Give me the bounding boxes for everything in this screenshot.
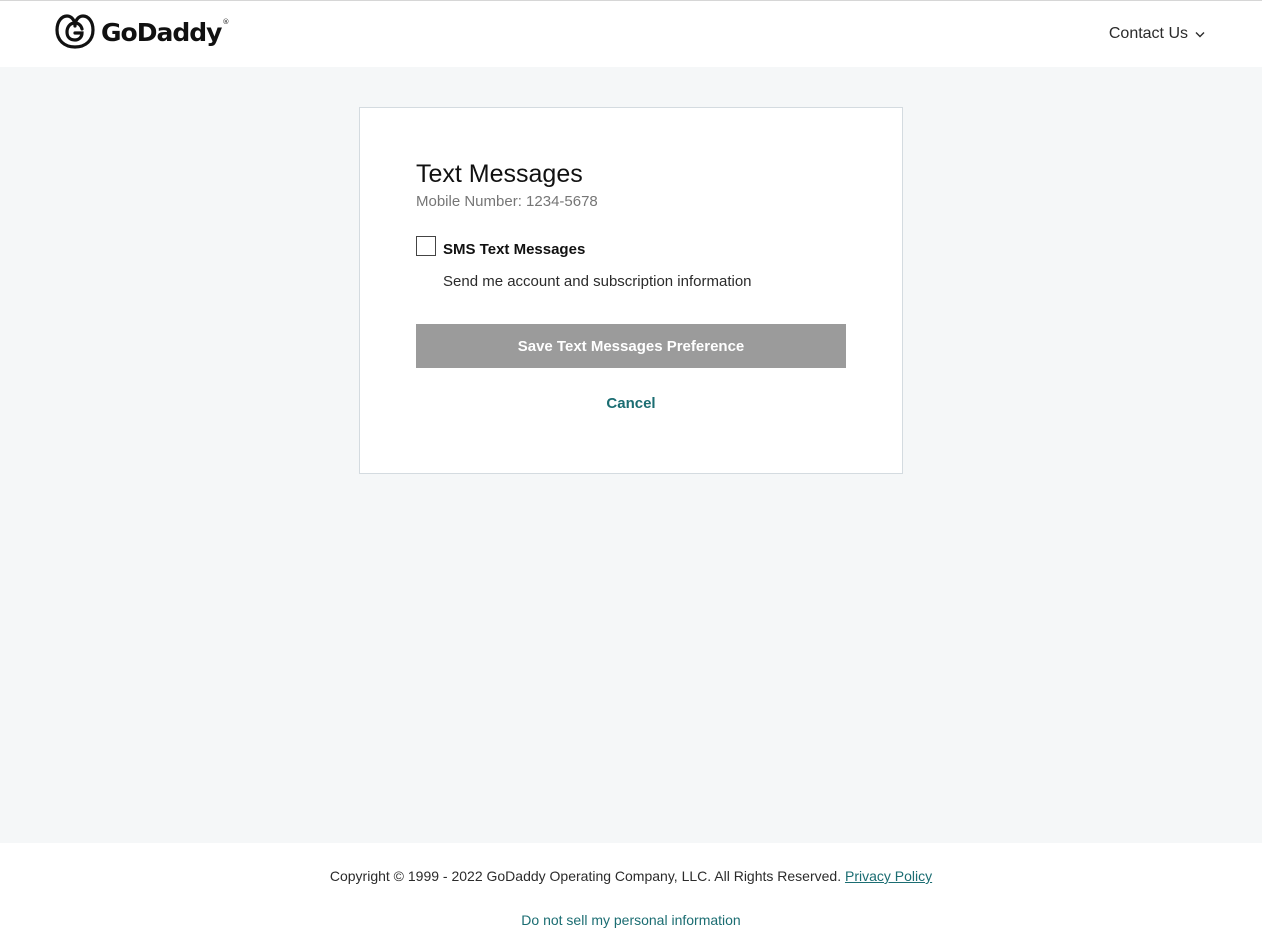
contact-us-label: Contact Us (1108, 25, 1188, 42)
sms-checkbox-row[interactable]: SMS Text Messages (416, 236, 585, 258)
save-preference-button[interactable]: Save Text Messages Preference (416, 324, 846, 368)
contact-us-menu[interactable]: Contact Us (1109, 25, 1205, 43)
sms-checkbox-label[interactable]: SMS Text Messages (443, 241, 585, 258)
do-not-sell-link[interactable]: Do not sell my personal information (0, 912, 1262, 928)
page-title: Text Messages (416, 160, 583, 188)
mobile-number-text: Mobile Number: 1234-5678 (416, 193, 598, 210)
page-footer: Copyright © 1999 - 2022 GoDaddy Operatin… (0, 843, 1262, 938)
godaddy-logo[interactable]: GoDaddy® (55, 14, 229, 50)
logo-wordmark: GoDaddy® (101, 17, 229, 47)
privacy-policy-link[interactable]: Privacy Policy (845, 868, 932, 884)
chevron-down-icon (1195, 31, 1205, 37)
text-messages-card: Text Messages Mobile Number: 1234-5678 S… (359, 107, 903, 474)
copyright-text: Copyright © 1999 - 2022 GoDaddy Operatin… (329, 868, 842, 884)
sms-checkbox-description: Send me account and subscription informa… (443, 273, 752, 290)
godaddy-logo-icon (55, 14, 95, 49)
copyright-line: Copyright © 1999 - 2022 GoDaddy Operatin… (0, 868, 1262, 884)
cancel-link[interactable]: Cancel (416, 395, 846, 412)
top-header: GoDaddy® Contact Us (0, 0, 1262, 67)
sms-checkbox[interactable] (416, 236, 436, 256)
